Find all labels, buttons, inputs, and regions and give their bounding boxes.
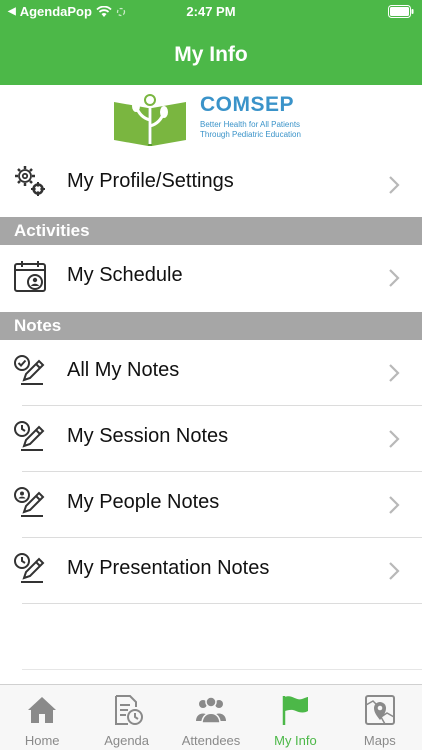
row-profile-settings[interactable]: My Profile/Settings <box>0 152 422 216</box>
chevron-right-icon <box>389 269 400 287</box>
logo-name: COMSEP <box>200 93 295 116</box>
tab-bar: Home Agenda Attendees My Info Maps <box>0 684 422 750</box>
tab-my-info[interactable]: My Info <box>253 685 337 750</box>
chevron-right-icon <box>389 562 400 580</box>
tab-label: My Info <box>274 733 317 748</box>
row-my-schedule[interactable]: My Schedule <box>0 245 422 311</box>
map-pin-icon <box>364 695 395 725</box>
chevron-right-icon <box>389 176 400 194</box>
row-label: My Presentation Notes <box>67 557 270 579</box>
tab-label: Agenda <box>104 733 150 748</box>
gears-icon <box>15 166 45 196</box>
people-icon <box>196 696 227 724</box>
row-my-presentation-notes[interactable]: My Presentation Notes <box>0 538 422 604</box>
comsep-logo: COMSEP Better Health for All Patients Th… <box>0 88 422 152</box>
row-label: My People Notes <box>67 491 220 513</box>
status-time: 2:47 PM <box>186 4 236 19</box>
row-label: My Profile/Settings <box>67 170 234 192</box>
tab-attendees[interactable]: Attendees <box>169 685 253 750</box>
flag-icon <box>283 696 309 725</box>
logo-tagline-line1: Better Health for All Patients <box>200 120 301 129</box>
note-check-icon <box>14 355 45 385</box>
row-my-people-notes[interactable]: My People Notes <box>0 472 422 538</box>
note-clock-icon <box>14 553 45 583</box>
logo-book-tree-icon <box>114 94 186 146</box>
tab-label: Attendees <box>181 733 241 748</box>
battery-icon <box>388 5 414 21</box>
tab-label: Maps <box>363 733 396 748</box>
note-clock-icon <box>14 421 45 451</box>
note-person-icon <box>14 487 45 517</box>
row-label: All My Notes <box>67 359 180 381</box>
row-label: My Session Notes <box>67 425 229 447</box>
tab-maps[interactable]: Maps <box>338 685 422 750</box>
nav-bar: My Info <box>0 24 422 85</box>
tab-label: Home <box>24 733 60 748</box>
chevron-right-icon <box>389 364 400 382</box>
row-my-session-notes[interactable]: My Session Notes <box>0 406 422 472</box>
tab-agenda[interactable]: Agenda <box>84 685 168 750</box>
logo-tagline-line2: Through Pediatric Education <box>200 130 301 139</box>
section-header-activities: Activities <box>0 217 422 245</box>
page-title: My Info <box>174 43 248 66</box>
agenda-clock-icon <box>114 695 143 725</box>
house-icon <box>28 697 57 723</box>
list-end-divider <box>22 669 422 670</box>
section-header-notes: Notes <box>0 312 422 340</box>
row-all-my-notes[interactable]: All My Notes <box>0 340 422 406</box>
calendar-person-icon <box>14 261 46 292</box>
status-bar: ◀ AgendaPop 2:47 PM <box>0 0 422 24</box>
tab-home[interactable]: Home <box>0 685 84 750</box>
chevron-right-icon <box>389 430 400 448</box>
row-divider <box>22 603 422 604</box>
logo-tagline: Better Health for All Patients Through P… <box>200 120 301 140</box>
chevron-right-icon <box>389 496 400 514</box>
row-label: My Schedule <box>67 264 183 286</box>
